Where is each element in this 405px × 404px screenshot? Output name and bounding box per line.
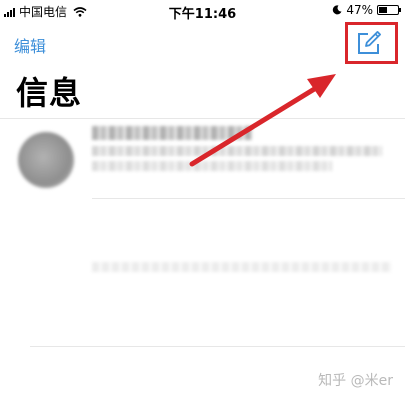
watermark: 知乎 @米er [318, 373, 393, 389]
annotation-arrow [189, 74, 336, 167]
